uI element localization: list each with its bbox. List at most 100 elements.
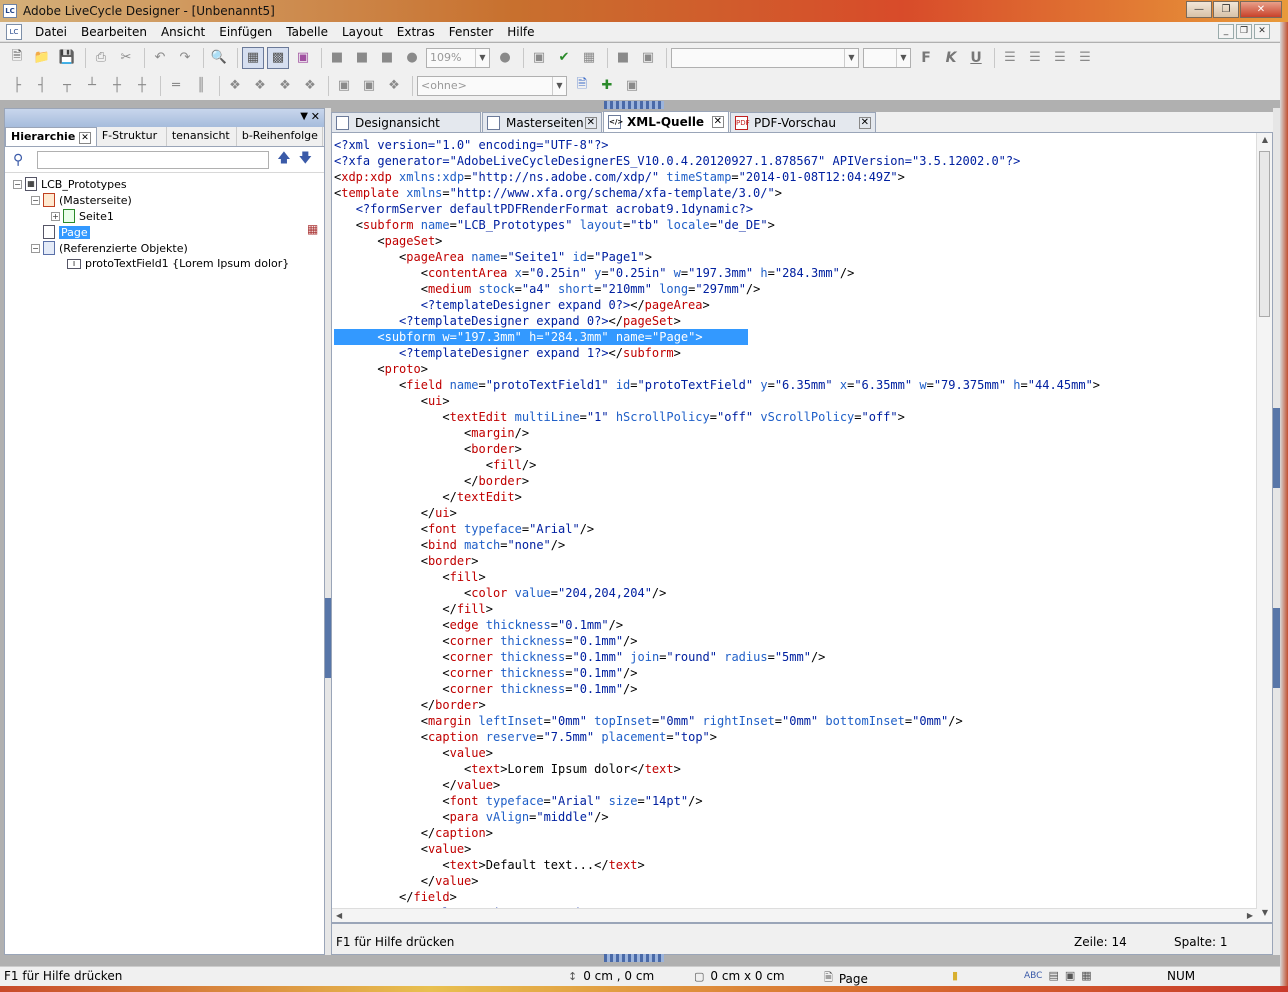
find-icon[interactable]: 🔍	[208, 47, 230, 69]
align-center-icon[interactable]: ☰	[1024, 47, 1046, 69]
code-line[interactable]: <fill>	[334, 569, 1100, 585]
tab-datenansicht[interactable]: tenansicht	[167, 127, 237, 146]
code-line[interactable]: <contentArea x="0.25in" y="0.25in" w="19…	[334, 265, 1100, 281]
scroll-down-icon[interactable]: ▼	[1257, 908, 1272, 922]
align-justify-icon[interactable]: ☰	[1074, 47, 1096, 69]
code-line[interactable]: <proto>	[334, 361, 1100, 377]
tree-node-referenced-objects[interactable]: − (Referenzierte Objekte)	[31, 241, 188, 255]
code-line[interactable]: <corner thickness="0.1mm" join="round" r…	[334, 649, 1100, 665]
horizontal-scrollbar[interactable]: ◀ ▶	[332, 908, 1257, 922]
align-top-edge-icon[interactable]: ┬	[56, 75, 78, 97]
code-line[interactable]: <?templateDesigner expand 0?></pageArea>	[334, 297, 1100, 313]
field-icon[interactable]: ▤	[1048, 969, 1058, 982]
splitter-handle[interactable]	[1273, 608, 1280, 688]
code-line[interactable]: <corner thickness="0.1mm"/>	[334, 681, 1100, 697]
bold-button[interactable]: F	[915, 47, 937, 69]
code-line[interactable]: <border>	[334, 441, 1100, 457]
align-vcenter-icon[interactable]: ┼	[106, 75, 128, 97]
code-line[interactable]: <margin leftInset="0mm" topInset="0mm" r…	[334, 713, 1100, 729]
tab-xml-quelle[interactable]: </> XML-Quelle ✕	[603, 111, 729, 132]
close-button[interactable]: ✕	[1240, 1, 1282, 18]
image-field-icon[interactable]: ▣	[1065, 969, 1075, 982]
code-line[interactable]: <font typeface="Arial" size="14pt"/>	[334, 793, 1100, 809]
close-icon[interactable]: ✕	[311, 110, 320, 123]
tree-node-root[interactable]: − ▦ LCB_Prototypes	[13, 177, 127, 191]
close-icon[interactable]: ✕	[711, 116, 724, 128]
tree-node-masterseite[interactable]: − (Masterseite)	[31, 193, 132, 207]
code-line[interactable]: </ui>	[334, 505, 1100, 521]
code-line[interactable]: <medium stock="a4" short="210mm" long="2…	[334, 281, 1100, 297]
tab-designansicht[interactable]: Designansicht	[331, 112, 481, 132]
code-line[interactable]: <text>Default text...</text>	[334, 857, 1100, 873]
collapse-icon[interactable]: −	[31, 243, 40, 253]
align-hcenter-icon[interactable]: ┼	[131, 75, 153, 97]
maximize-button[interactable]: ❐	[1213, 1, 1239, 18]
underline-button[interactable]: U	[965, 47, 987, 69]
code-line[interactable]: <?formServer defaultPDFRenderFormat acro…	[334, 201, 1100, 217]
group-3-icon[interactable]: ❖	[274, 75, 296, 97]
shape-2-icon[interactable]: ■	[351, 47, 373, 69]
code-line[interactable]: <fill/>	[334, 457, 1100, 473]
code-line[interactable]: <border>	[334, 553, 1100, 569]
menu-ansicht[interactable]: Ansicht	[154, 23, 212, 41]
code-line[interactable]: <corner thickness="0.1mm"/>	[334, 633, 1100, 649]
grid-icon[interactable]: ▦	[242, 46, 264, 69]
add-style-icon[interactable]: ✚	[596, 75, 618, 97]
group-1-icon[interactable]: ❖	[224, 75, 246, 97]
new-document-icon[interactable]: 🗎	[6, 47, 28, 69]
style-combo[interactable]: <ohne> ▼	[417, 75, 567, 96]
code-line[interactable]: <textEdit multiLine="1" hScrollPolicy="o…	[334, 409, 1100, 425]
code-line[interactable]: </value>	[334, 873, 1100, 889]
xml-source-editor[interactable]: <?xml version="1.0" encoding="UTF-8"?> <?…	[331, 132, 1273, 923]
shape-3-icon[interactable]: ■	[376, 47, 398, 69]
picture-icon[interactable]: ▣	[637, 47, 659, 69]
new-style-icon[interactable]: 🗎	[571, 75, 593, 97]
tab-hierarchie[interactable]: Hierarchie ✕	[5, 127, 97, 146]
close-icon[interactable]: ✕	[584, 117, 597, 129]
tree-node-prototextfield[interactable]: I protoTextField1 {Lorem Ipsum dolor}	[67, 257, 289, 270]
save-icon[interactable]: 💾	[56, 47, 78, 69]
panel-header[interactable]: ▼ ✕	[5, 109, 324, 127]
align-right-icon[interactable]: ☰	[1049, 47, 1071, 69]
menu-datei[interactable]: Datei	[28, 23, 74, 41]
group-2-icon[interactable]: ❖	[249, 75, 271, 97]
circle-icon[interactable]: ●	[401, 47, 423, 69]
italic-button[interactable]: K	[940, 47, 962, 69]
scroll-up-icon[interactable]: ▲	[1257, 135, 1272, 149]
align-right-edge-icon[interactable]: ┤	[31, 75, 53, 97]
code-line[interactable]: <ui>	[334, 393, 1100, 409]
spell-icon[interactable]: ▦	[578, 47, 600, 69]
code-line[interactable]: <font typeface="Arial"/>	[334, 521, 1100, 537]
code-line[interactable]: <corner thickness="0.1mm"/>	[334, 665, 1100, 681]
scroll-left-icon[interactable]: ◀	[336, 911, 342, 920]
code-line[interactable]: <value>	[334, 841, 1100, 857]
code-line[interactable]: </textEdit>	[334, 489, 1100, 505]
minimize-button[interactable]: —	[1186, 1, 1212, 18]
spellcheck-icon[interactable]: ABC	[1024, 971, 1042, 981]
code-line[interactable]: <color value="204,204,204"/>	[334, 585, 1100, 601]
document-icon[interactable]: LC	[6, 23, 22, 40]
group-4-icon[interactable]: ❖	[299, 75, 321, 97]
align-left-icon[interactable]: ☰	[999, 47, 1021, 69]
redo-icon[interactable]: ↷	[174, 47, 196, 69]
pin-icon[interactable]: ▼	[300, 111, 308, 122]
code-line[interactable]: <xdp:xdp xmlns:xdp="http://ns.adobe.com/…	[334, 169, 1100, 185]
image-icon[interactable]: ▣	[528, 47, 550, 69]
align-left-edge-icon[interactable]: ├	[6, 75, 28, 97]
search-icon[interactable]: ⚲	[13, 152, 23, 168]
expand-icon[interactable]: +	[51, 211, 60, 221]
splitter-handle[interactable]	[1273, 408, 1280, 488]
shape-1-icon[interactable]: ■	[326, 47, 348, 69]
scroll-thumb[interactable]	[1259, 151, 1270, 317]
tree-action-icon[interactable]: ▦	[307, 222, 318, 236]
code-line[interactable]: <field name="protoTextField1" id="protoT…	[334, 377, 1100, 393]
code-line[interactable]: </value>	[334, 777, 1100, 793]
code-line[interactable]: <caption reserve="7.5mm" placement="top"…	[334, 729, 1100, 745]
layout-icon[interactable]: ▣	[292, 47, 314, 69]
code-line[interactable]: </caption>	[334, 825, 1100, 841]
style-manager-icon[interactable]: ▣	[621, 75, 643, 97]
menu-fenster[interactable]: Fenster	[442, 23, 501, 41]
right-panel-collapsed[interactable]	[1273, 108, 1280, 955]
comment-icon[interactable]: ■	[612, 47, 634, 69]
size-2-icon[interactable]: ▣	[358, 75, 380, 97]
